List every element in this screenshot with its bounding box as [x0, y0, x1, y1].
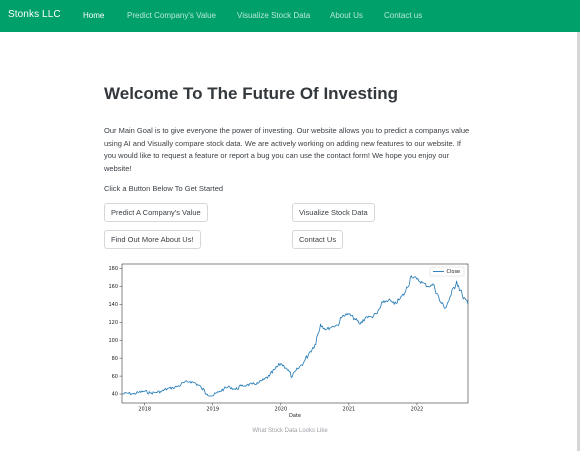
- y-tick-label: 80: [112, 356, 118, 362]
- y-tick-label: 60: [112, 374, 118, 380]
- y-tick-label: 140: [108, 302, 118, 308]
- nav-link-predict[interactable]: Predict Company's Value: [127, 11, 216, 20]
- y-tick-label: 100: [108, 338, 118, 344]
- x-tick-label: 2018: [138, 407, 151, 413]
- contact-us-button[interactable]: Contact Us: [292, 230, 344, 249]
- nav-link-visualize[interactable]: Visualize Stock Data: [237, 11, 310, 20]
- stock-chart: 40 60 80 100 120 140 160 180 2018 2019 2020 2021 202…: [104, 262, 476, 422]
- series-line-close: [121, 275, 469, 397]
- chart-caption: What Stock Data Looks Like: [252, 428, 328, 434]
- x-tick-label: 2020: [274, 407, 287, 413]
- stock-chart-svg: 40 60 80 100 120 140 160 180 2018 2019 2020 2021 202…: [108, 263, 469, 419]
- x-axis-label: Date: [289, 413, 301, 419]
- brand-logo[interactable]: Stonks LLC: [8, 9, 61, 20]
- cta-label: Click a Button Below To Get Started: [104, 184, 224, 193]
- x-tick-label: 2019: [206, 407, 219, 413]
- x-tick-label: 2021: [343, 407, 356, 413]
- predict-company-button[interactable]: Predict A Company's Value: [104, 203, 208, 222]
- navbar: Stonks LLC Home Predict Company's Value …: [0, 0, 580, 32]
- page-title: Welcome To The Future Of Investing: [104, 84, 399, 103]
- y-tick-label: 40: [112, 392, 118, 398]
- visualize-stock-button[interactable]: Visualize Stock Data: [292, 203, 375, 222]
- plot-frame: [121, 263, 469, 404]
- about-us-button[interactable]: Find Out More About Us!: [104, 230, 201, 249]
- legend-label: Close: [447, 269, 461, 275]
- intro-paragraph: Our Main Goal is to give everyone the po…: [104, 126, 470, 173]
- x-tick-label: 2022: [411, 407, 424, 413]
- nav-link-contact[interactable]: Contact us: [384, 11, 422, 20]
- nav-link-about[interactable]: About Us: [330, 11, 363, 20]
- nav-link-home[interactable]: Home: [83, 11, 104, 20]
- y-tick-label: 120: [108, 320, 118, 326]
- y-tick-label: 180: [108, 266, 118, 272]
- y-tick-label: 160: [108, 284, 118, 290]
